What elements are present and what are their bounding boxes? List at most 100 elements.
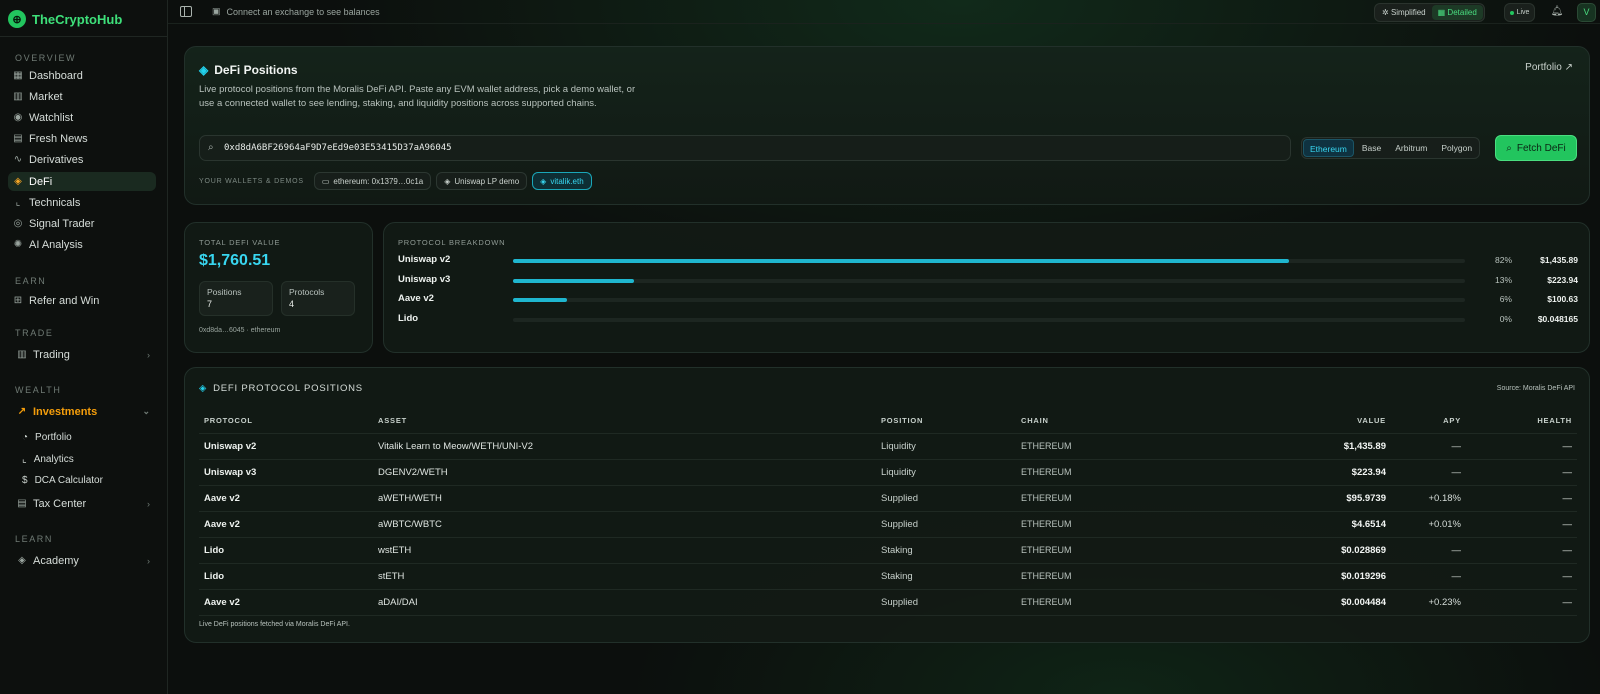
pie-chart-icon: ◔ [22,431,29,443]
sidebar-toggle-icon[interactable] [180,6,192,17]
header-health[interactable]: HEALTH [1499,416,1572,425]
sidebar-item-academy[interactable]: ◈ Academy › [12,551,160,570]
wallet-chip-label: Uniswap LP demo [454,176,520,186]
breakdown-row: Uniswap v2 82% $1,435.89 [398,254,1578,268]
chevron-right-icon: › [147,498,150,509]
table-row[interactable]: Uniswap v3 DGENV2/WETH Liquidity ETHEREUM $2… [199,460,1577,486]
header-chain[interactable]: CHAIN [1021,416,1049,425]
positions-stat: Positions 7 [199,281,273,316]
grid-icon: ▦ [13,69,23,81]
table-row[interactable]: Lido wstETH Staking ETHEREUM $0.028869 — — [199,538,1577,564]
sidebar-item-investments[interactable]: ↗ Investments ⌄ [12,402,160,421]
sidebar-item-technicals[interactable]: ⌞ Technicals [8,193,156,212]
logo[interactable]: ⊕ TheCryptoHub [8,6,122,32]
breakdown-bar-track [513,278,1465,283]
wallet-address-input[interactable] [224,136,1284,160]
table-row[interactable]: Aave v2 aWBTC/WBTC Supplied ETHEREUM $4.6514… [199,512,1577,538]
sidebar-item-label: Market [29,90,63,103]
header-value[interactable]: VALUE [1279,416,1386,425]
sidebar-item-fresh-news[interactable]: ▤ Fresh News [8,130,156,149]
sidebar-item-derivatives[interactable]: ∿ Derivatives [8,151,156,170]
fetch-defi-button[interactable]: ⌕ Fetch DeFi [1495,135,1577,161]
sidebar-item-market[interactable]: ▥ Market [8,87,156,106]
sidebar-item-label: Signal Trader [29,217,95,230]
cell-apy: +0.18% [1428,493,1462,504]
breakdown-protocol: Aave v2 [398,293,434,304]
sidebar-item-refer-and-win[interactable]: ⊞ Refer and Win [8,291,156,310]
cell-position: Supplied [881,519,918,530]
sidebar-item-label: Watchlist [29,111,74,124]
table-row[interactable]: Uniswap v2 Vitalik Learn to Meow/WETH/UNI… [199,434,1577,460]
activity-icon: ∿ [13,154,23,166]
sidebar-item-label: Academy [33,554,79,567]
wallet-chip-active[interactable]: ◈ vitalik.eth [532,172,592,190]
sparkle-icon: ✲ [1382,8,1389,17]
cell-value: $0.004484 [1341,597,1386,608]
breakdown-protocol: Uniswap v3 [398,273,451,285]
positions-table: PROTOCOL ASSET POSITION CHAIN VALUE APY … [199,408,1577,616]
sidebar-item-label: Dashboard [29,69,83,82]
sidebar-item-signal-trader[interactable]: ◎ Signal Trader [8,214,156,233]
candlestick-icon: ▥ [17,348,27,360]
chain-base[interactable]: Base [1356,139,1387,157]
search-icon: ⌕ [1506,142,1512,154]
breakdown-value: $1,435.89 [1540,255,1578,265]
breakdown-row: Aave v2 6% $100.63 [398,293,1578,307]
positions-title: ◈ DEFI PROTOCOL POSITIONS [199,383,363,394]
sidebar-subitem-label: Analytics [33,453,74,465]
sidebar-item-tax-center[interactable]: ▤ Tax Center › [12,494,160,513]
mode-detailed-button[interactable]: ▦ Detailed [1431,5,1483,20]
breakdown-value: $0.048165 [1537,313,1578,324]
wallet-search: ⌕ [199,135,1291,161]
sidebar-item-ai-analysis[interactable]: ✺ AI Analysis [8,236,156,255]
cell-protocol: Lido [204,571,225,582]
cell-chain: ETHEREUM [1021,545,1072,555]
view-mode-toggle: ✲ Simplified ▦ Detailed [1374,3,1485,22]
sidebar-item-dashboard[interactable]: ▦ Dashboard [8,66,156,85]
wallet-chip[interactable]: ◈ Uniswap LP demo [436,172,528,190]
sidebar-item-watchlist[interactable]: ◉ Watchlist [8,108,156,127]
sidebar-subitem-portfolio[interactable]: ◔ Portfolio [22,428,72,446]
portfolio-link[interactable]: Portfolio ↗ [1525,62,1573,73]
sidebar-item-label: Tax Center [33,497,87,510]
gift-icon: ⊞ [13,294,23,306]
avatar[interactable]: V [1577,3,1596,22]
cell-health: — [1562,597,1573,608]
live-status-badge: Live [1504,3,1535,22]
connect-exchange-link[interactable]: ▣ Connect an exchange to see balances [212,6,380,17]
mode-label: Simplified [1390,8,1426,17]
cell-protocol: Aave v2 [204,493,240,504]
sidebar-subitem-analytics[interactable]: ⌞ Analytics [22,450,74,468]
header-apy[interactable]: APY [1399,416,1461,425]
sidebar-item-trading[interactable]: ▥ Trading › [12,345,160,364]
bell-icon[interactable]: 🔔︎ [1549,4,1565,20]
header-protocol[interactable]: PROTOCOL [204,416,253,425]
mode-simplified-button[interactable]: ✲ Simplified [1376,5,1432,20]
table-row[interactable]: Aave v2 aDAI/DAI Supplied ETHEREUM $0.004484… [199,590,1577,616]
cell-apy: +0.01% [1428,519,1462,530]
chain-ethereum[interactable]: Ethereum [1303,139,1354,157]
sidebar-divider [0,36,168,37]
table-row[interactable]: Lido stETH Staking ETHEREUM $0.019296 — — [199,564,1577,590]
chart-icon: ⌞ [22,453,27,465]
sidebar-item-defi[interactable]: ◈ DeFi [8,172,156,191]
chevron-right-icon: › [147,349,150,360]
live-label: Live [1516,9,1530,16]
chain-arbitrum[interactable]: Arbitrum [1389,139,1433,157]
wallet-chip[interactable]: ▭ ethereum: 0x1379…0c1a [313,172,432,190]
cell-chain: ETHEREUM [1021,597,1072,607]
chain-polygon[interactable]: Polygon [1435,139,1478,157]
line-chart-icon: ⌞ [15,196,21,208]
wallets-label: YOUR WALLETS & DEMOS [199,177,304,185]
breakdown-value: $223.94 [1547,274,1578,285]
cell-chain: ETHEREUM [1021,467,1072,477]
header-position[interactable]: POSITION [881,416,923,425]
header-asset[interactable]: ASSET [378,416,407,425]
protocols-stat: Protocols 4 [281,281,355,316]
wallet-chips: YOUR WALLETS & DEMOS ▭ ethereum: 0x1379…0… [199,172,592,190]
table-row[interactable]: Aave v2 aWETH/WETH Supplied ETHEREUM $95.973… [199,486,1577,512]
sidebar-subitem-label: DCA Calculator [34,474,103,486]
sidebar-subitem-dca-calculator[interactable]: $ DCA Calculator [22,471,103,489]
breakdown-bar-track [513,298,1465,302]
cell-apy: +0.23% [1428,597,1462,608]
